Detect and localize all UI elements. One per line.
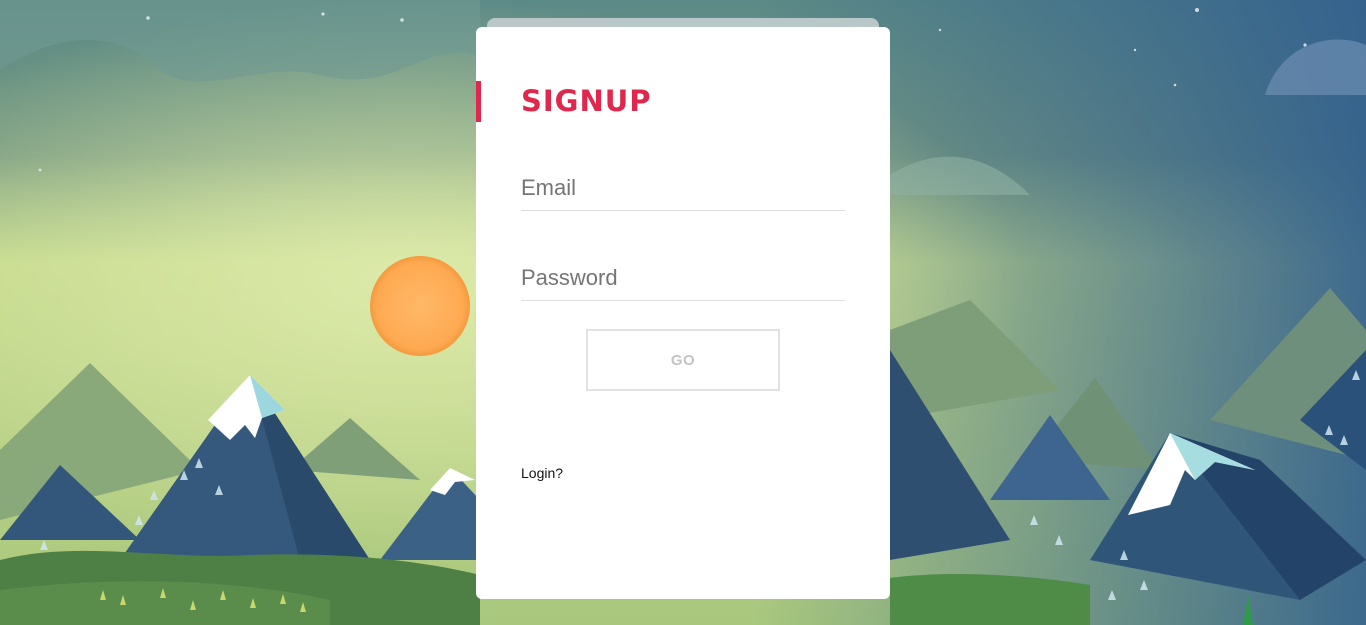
go-button[interactable]: GO (586, 329, 780, 391)
title-accent-bar (476, 81, 481, 122)
sun-shape (370, 256, 470, 356)
password-field[interactable] (521, 255, 845, 301)
login-link[interactable]: Login? (521, 465, 563, 481)
signup-card: SIGNUP GO Login? (476, 27, 890, 599)
signup-title: SIGNUP (521, 84, 652, 118)
email-field[interactable] (521, 165, 845, 211)
